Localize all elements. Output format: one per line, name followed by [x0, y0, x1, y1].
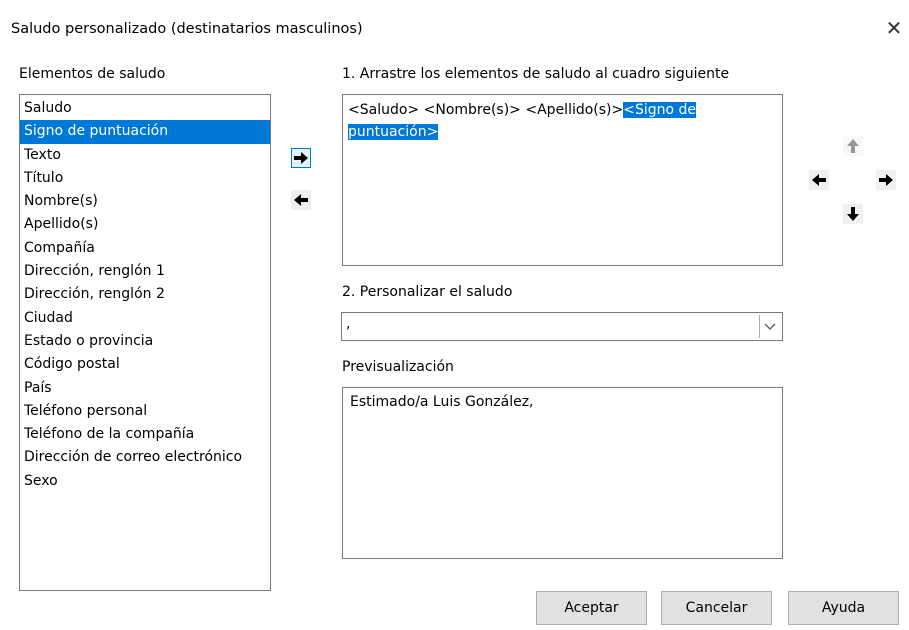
- move-up-button[interactable]: [843, 136, 863, 156]
- cancel-button[interactable]: Cancelar: [661, 591, 772, 625]
- greeting-drop-box[interactable]: <Saludo> <Nombre(s)> <Apellido(s)><Signo…: [342, 94, 783, 266]
- list-item[interactable]: Ciudad: [20, 307, 270, 330]
- list-item[interactable]: Dirección, renglón 2: [20, 283, 270, 306]
- arrow-left-icon: [294, 194, 308, 206]
- list-item[interactable]: Compañía: [20, 237, 270, 260]
- add-element-button[interactable]: [291, 148, 311, 168]
- remove-element-button[interactable]: [291, 190, 311, 210]
- elements-label-text: Elementos de saludo: [19, 66, 166, 82]
- preview-box: Estimado/a Luis González,: [342, 387, 783, 559]
- list-item[interactable]: Dirección, renglón 1: [20, 260, 270, 283]
- list-item[interactable]: Teléfono personal: [20, 400, 270, 423]
- list-item[interactable]: Apellido(s): [20, 213, 270, 236]
- list-item[interactable]: País: [20, 377, 270, 400]
- list-item[interactable]: Teléfono de la compañía: [20, 423, 270, 446]
- move-right-button[interactable]: [876, 170, 896, 190]
- combo-value: ,: [346, 316, 351, 332]
- chevron-down-icon[interactable]: [759, 315, 780, 338]
- move-left-button[interactable]: [809, 170, 829, 190]
- preview-label: Previsualización: [342, 359, 454, 375]
- list-item[interactable]: Signo de puntuación: [20, 120, 270, 144]
- arrow-right-icon: [879, 174, 893, 186]
- help-button[interactable]: Ayuda: [788, 591, 899, 625]
- token-nombre[interactable]: <Nombre(s)>: [424, 102, 521, 118]
- list-item[interactable]: Estado o provincia: [20, 330, 270, 353]
- greeting-elements-list[interactable]: Saludo Signo de puntuación Texto Título Nomb…: [19, 94, 271, 591]
- dialog-title: Saludo personalizado (destinatarios masc…: [11, 21, 363, 37]
- arrow-right-icon: [294, 152, 308, 164]
- list-item[interactable]: Nombre(s): [20, 190, 270, 213]
- list-item[interactable]: Saludo: [20, 97, 270, 120]
- list-item[interactable]: Texto: [20, 144, 270, 167]
- move-down-button[interactable]: [843, 204, 863, 224]
- list-item[interactable]: Sexo: [20, 470, 270, 493]
- ok-button[interactable]: Aceptar: [536, 591, 647, 625]
- token-signo-line2[interactable]: puntuación>: [348, 124, 439, 140]
- token-signo-line1[interactable]: <Signo de: [623, 102, 697, 118]
- elements-label: Elementos de saludo: [19, 66, 165, 82]
- customize-greeting-combo[interactable]: ,: [341, 312, 783, 341]
- arrow-up-icon: [847, 139, 859, 153]
- list-item[interactable]: Dirección de correo electrónico: [20, 446, 270, 469]
- step1-label: 1. Arrastre los elementos de saludo al c…: [342, 66, 730, 82]
- arrow-down-icon: [847, 207, 859, 221]
- preview-text: Estimado/a Luis González,: [350, 394, 534, 410]
- token-apellido[interactable]: <Apellido(s)>: [525, 102, 623, 118]
- token-saludo[interactable]: <Saludo>: [348, 102, 419, 118]
- list-item[interactable]: Código postal: [20, 353, 270, 376]
- list-item[interactable]: Título: [20, 167, 270, 190]
- step2-label: 2. Personalizar el saludo: [342, 284, 513, 300]
- arrow-left-icon: [812, 174, 826, 186]
- close-icon[interactable]: ✕: [884, 16, 904, 40]
